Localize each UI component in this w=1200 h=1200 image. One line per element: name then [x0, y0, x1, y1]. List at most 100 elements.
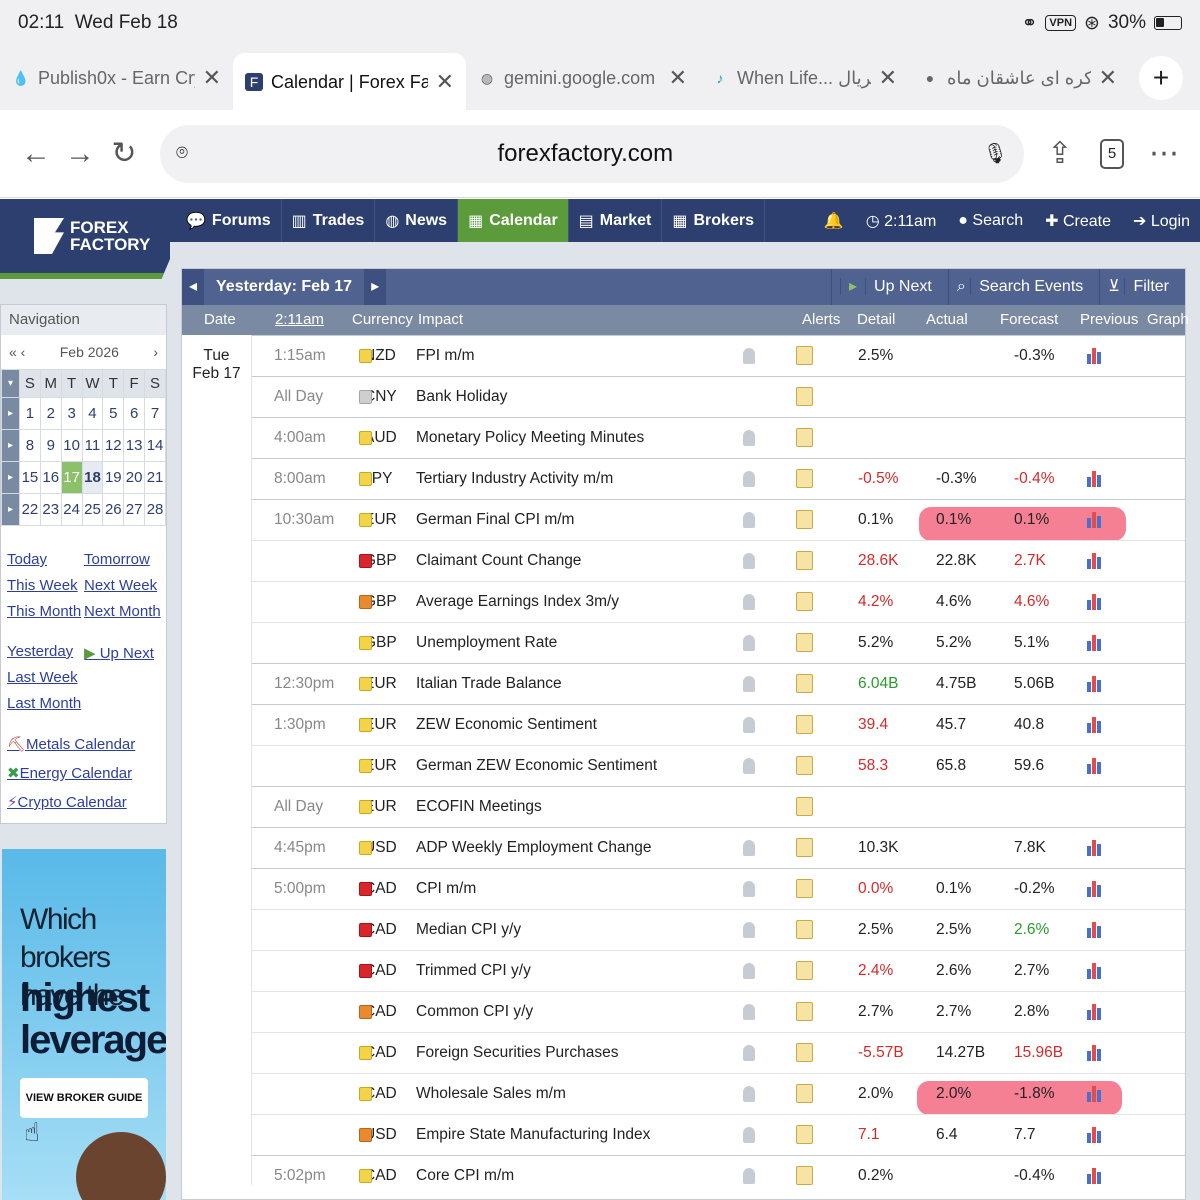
link-this-month[interactable]: This Month	[7, 603, 81, 620]
close-icon[interactable]: ✕	[203, 65, 221, 91]
calendar-day[interactable]: 8	[19, 429, 41, 462]
bell-icon[interactable]	[743, 512, 755, 528]
bell-icon[interactable]	[743, 348, 755, 364]
detail-icon[interactable]	[796, 879, 813, 898]
impact-icon[interactable]	[359, 513, 372, 527]
table-row[interactable]: All Day CNY Bank Holiday	[252, 376, 1185, 417]
table-row[interactable]: CAD Wholesale Sales m/m 2.0% 2.0% -1.8%	[252, 1073, 1185, 1114]
next-day-icon[interactable]: ▸	[364, 269, 387, 305]
table-row[interactable]: 1:15am NZD FPI m/m 2.5% -0.3%	[252, 335, 1185, 376]
detail-icon[interactable]	[796, 674, 813, 693]
event-title[interactable]: Foreign Securities Purchases	[416, 1044, 618, 1062]
event-title[interactable]: Common CPI y/y	[416, 1003, 533, 1021]
graph-icon[interactable]	[1087, 1125, 1103, 1143]
event-title[interactable]: Wholesale Sales m/m	[416, 1085, 566, 1103]
table-row[interactable]: 5:00pm CAD CPI m/m 0.0% 0.1% -0.2%	[252, 868, 1185, 909]
bell-icon[interactable]	[743, 1127, 755, 1143]
graph-icon[interactable]	[1087, 469, 1103, 487]
calendar-day[interactable]: 23	[39, 493, 62, 526]
detail-icon[interactable]	[796, 633, 813, 652]
week-select[interactable]: ▸	[1, 429, 20, 462]
lens-icon[interactable]: ⌾	[176, 142, 188, 165]
tab-count-button[interactable]: 5	[1100, 138, 1124, 169]
calendar-day[interactable]: 14	[144, 429, 166, 462]
reload-icon[interactable]: ↻	[102, 136, 146, 171]
impact-icon[interactable]	[359, 759, 372, 773]
table-row[interactable]: 4:45pm USD ADP Weekly Employment Change …	[252, 827, 1185, 868]
calendar-day[interactable]: 25	[81, 493, 104, 526]
calendar-day[interactable]: 26	[102, 493, 125, 526]
col-time[interactable]: 2:11am	[275, 311, 324, 328]
calendar-day[interactable]: 15	[19, 461, 41, 494]
detail-icon[interactable]	[796, 920, 813, 939]
calendar-day[interactable]: 2	[39, 397, 62, 430]
prev-day-icon[interactable]: ◂	[182, 269, 204, 305]
week-select[interactable]: ▸	[1, 493, 20, 526]
event-title[interactable]: Tertiary Industry Activity m/m	[416, 470, 613, 488]
impact-icon[interactable]	[359, 431, 372, 445]
search-events-button[interactable]: ⌕ Search Events	[947, 269, 1099, 305]
calendar-day[interactable]: 3	[60, 397, 83, 430]
detail-icon[interactable]	[796, 1043, 813, 1062]
event-title[interactable]: Unemployment Rate	[416, 634, 557, 652]
impact-icon[interactable]	[359, 800, 372, 814]
share-icon[interactable]: ⇪	[1038, 136, 1082, 171]
detail-icon[interactable]	[796, 715, 813, 734]
detail-icon[interactable]	[796, 838, 813, 857]
search-link[interactable]: ● Search	[958, 212, 1023, 230]
calendar-day[interactable]: 11	[81, 429, 104, 462]
impact-icon[interactable]	[359, 677, 372, 691]
more-icon[interactable]: ⋯	[1142, 136, 1186, 171]
link-metals-calendar[interactable]: ⛏Metals Calendar	[7, 735, 135, 753]
event-title[interactable]: Claimant Count Change	[416, 552, 581, 570]
table-row[interactable]: EUR German ZEW Economic Sentiment 58.3 6…	[252, 745, 1185, 786]
bell-icon[interactable]	[743, 471, 755, 487]
graph-icon[interactable]	[1087, 838, 1103, 856]
tab-when-life[interactable]: ♪When Life... طوس سریال✕	[699, 50, 909, 106]
table-row[interactable]: GBP Unemployment Rate 5.2% 5.2% 5.1%	[252, 622, 1185, 663]
table-row[interactable]: 8:00am JPY Tertiary Industry Activity m/…	[252, 458, 1185, 499]
calendar-day[interactable]: 20	[123, 461, 146, 494]
detail-icon[interactable]	[796, 469, 813, 488]
link-yesterday[interactable]: Yesterday	[7, 643, 73, 660]
table-row[interactable]: 1:30pm EUR ZEW Economic Sentiment 39.4 4…	[252, 704, 1185, 745]
detail-icon[interactable]	[796, 592, 813, 611]
nav-news[interactable]: ◍ News	[375, 199, 459, 242]
broker-ad[interactable]: Which brokershave the highestleverage? V…	[2, 849, 166, 1200]
table-row[interactable]: 5:02pm CAD Core CPI m/m 0.2% -0.4%	[252, 1155, 1185, 1196]
event-title[interactable]: Core CPI m/m	[416, 1167, 514, 1185]
login-link[interactable]: ➔ Login	[1133, 211, 1190, 231]
bell-icon[interactable]	[743, 1086, 755, 1102]
graph-icon[interactable]	[1087, 879, 1103, 897]
calendar-day[interactable]: 22	[19, 493, 41, 526]
detail-icon[interactable]	[796, 1125, 813, 1144]
impact-icon[interactable]	[359, 595, 372, 609]
link-this-week[interactable]: This Week	[7, 577, 78, 594]
detail-icon[interactable]	[796, 756, 813, 775]
detail-icon[interactable]	[796, 1002, 813, 1021]
graph-icon[interactable]	[1087, 346, 1103, 364]
event-title[interactable]: Bank Holiday	[416, 388, 507, 406]
link-last-week[interactable]: Last Week	[7, 669, 78, 686]
detail-icon[interactable]	[796, 961, 813, 980]
table-row[interactable]: All Day EUR ECOFIN Meetings	[252, 786, 1185, 827]
link-today[interactable]: Today	[7, 551, 47, 568]
link-crypto-calendar[interactable]: ⚡Crypto Calendar	[7, 793, 127, 811]
impact-icon[interactable]	[359, 636, 372, 650]
event-title[interactable]: Italian Trade Balance	[416, 675, 562, 693]
week-select[interactable]: ▸	[1, 397, 20, 430]
bell-icon[interactable]	[743, 635, 755, 651]
link-tomorrow[interactable]: Tomorrow	[84, 551, 150, 568]
bell-icon[interactable]	[743, 430, 755, 446]
table-row[interactable]: USD Empire State Manufacturing Index 7.1…	[252, 1114, 1185, 1155]
bell-icon[interactable]: 🔔	[824, 211, 844, 231]
close-icon[interactable]: ✕	[1099, 65, 1117, 91]
calendar-day[interactable]: 19	[102, 461, 125, 494]
impact-icon[interactable]	[359, 1005, 372, 1019]
table-row[interactable]: GBP Average Earnings Index 3m/y 4.2% 4.6…	[252, 581, 1185, 622]
impact-icon[interactable]	[359, 349, 372, 363]
impact-icon[interactable]	[359, 882, 372, 896]
new-tab-button[interactable]: +	[1139, 56, 1183, 100]
graph-icon[interactable]	[1087, 551, 1103, 569]
calendar-day[interactable]: 5	[102, 397, 125, 430]
